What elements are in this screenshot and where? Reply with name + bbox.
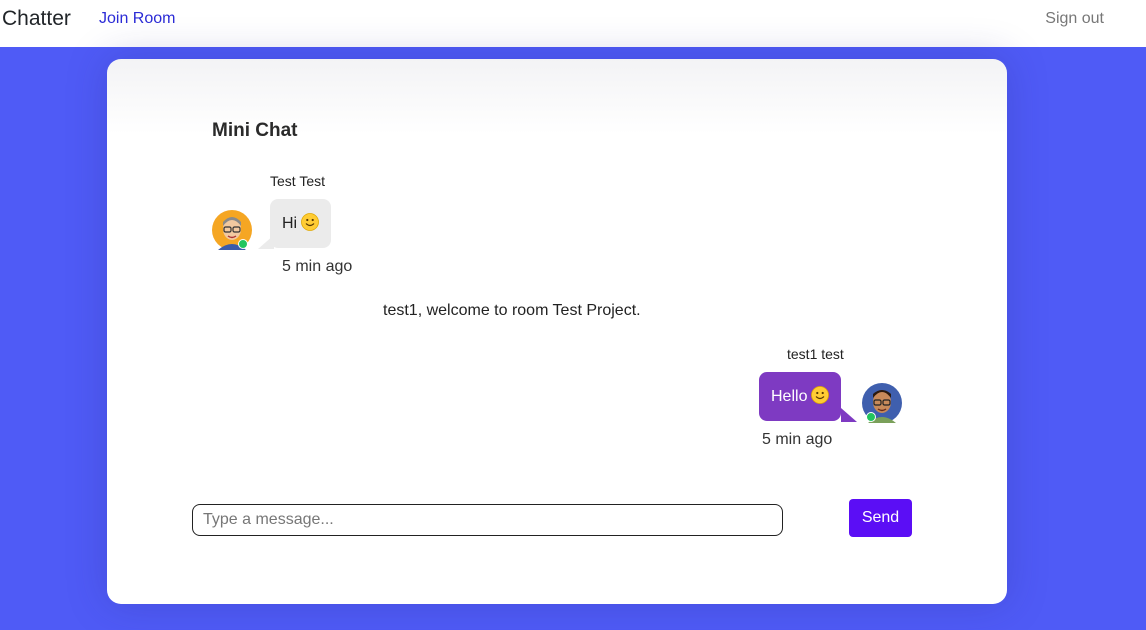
online-status-icon [238,239,248,249]
online-status-icon [866,412,876,422]
join-room-link[interactable]: Join Room [99,10,175,28]
chat-title: Mini Chat [212,120,298,141]
brand-logo[interactable]: Chatter [2,7,71,31]
message-bubble-outgoing: Hello [759,372,842,421]
message-time: 5 min ago [762,431,833,448]
send-button[interactable]: Send [849,499,912,537]
message-text: Hi [282,215,298,232]
message-text: Hello [771,388,808,405]
message-time: 5 min ago [282,258,353,275]
chat-card: Mini Chat Test Test Hi 5 min ago test1, … [107,59,1007,604]
sender-name: Test Test [270,173,325,189]
message-bubble-incoming: Hi [270,199,332,248]
bubble-tail [841,408,857,422]
message-input[interactable] [192,504,783,536]
sign-out-link[interactable]: Sign out [1045,10,1104,28]
navbar: Chatter Join Room Sign out [0,0,1146,47]
sender-name: test1 test [787,346,844,362]
avatar[interactable] [862,383,902,423]
avatar[interactable] [212,210,252,250]
smiley-icon [811,386,830,404]
system-message: test1, welcome to room Test Project. [383,302,641,319]
smiley-icon [301,213,320,231]
